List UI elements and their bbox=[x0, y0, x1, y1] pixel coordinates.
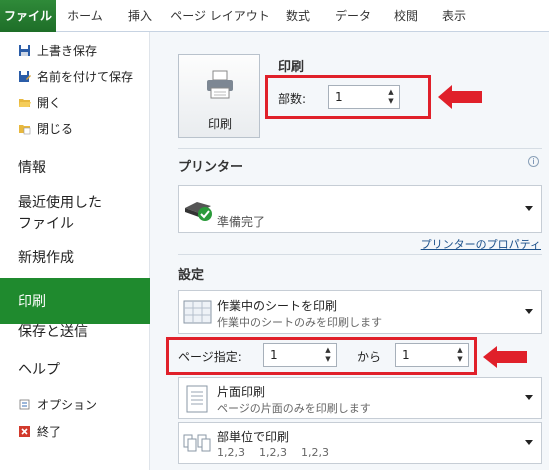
nav-save-label: 上書き保存 bbox=[37, 43, 98, 58]
pages-highlight-box bbox=[166, 337, 477, 375]
printer-icon bbox=[207, 70, 233, 99]
nav-help[interactable]: ヘルプ bbox=[0, 356, 150, 382]
print-scope-title: 作業中のシートを印刷 bbox=[217, 299, 338, 313]
print-sides-subtitle: ページの片面のみを印刷します bbox=[217, 402, 371, 415]
nav-options[interactable]: オプション bbox=[0, 391, 150, 417]
nav-save[interactable]: 上書き保存 bbox=[0, 37, 150, 63]
chevron-down-icon bbox=[525, 309, 533, 314]
printer-status-icon bbox=[185, 202, 212, 221]
nav-recent-label-2: ファイル bbox=[18, 216, 74, 232]
tab-insert[interactable]: 挿入 bbox=[118, 0, 162, 32]
tab-review[interactable]: 校閲 bbox=[388, 0, 424, 32]
nav-info-label: 情報 bbox=[18, 160, 46, 176]
nav-info[interactable]: 情報 bbox=[0, 154, 150, 180]
tab-formulas[interactable]: 数式 bbox=[280, 0, 316, 32]
collate-title: 部単位で印刷 bbox=[217, 430, 290, 444]
nav-exit-label: 終了 bbox=[37, 424, 62, 439]
print-button-label: 印刷 bbox=[207, 117, 232, 131]
separator bbox=[178, 254, 542, 255]
single-sided-icon bbox=[186, 385, 208, 413]
tab-page-layout[interactable]: ページ レイアウト bbox=[170, 0, 270, 32]
tab-view[interactable]: 表示 bbox=[436, 0, 472, 32]
folder-close-icon bbox=[19, 124, 31, 134]
nav-print-label: 印刷 bbox=[18, 294, 46, 310]
copies-arrow-icon bbox=[438, 85, 482, 109]
nav-close[interactable]: 閉じる bbox=[0, 115, 150, 141]
folder-open-icon bbox=[19, 98, 31, 107]
printer-dropdown[interactable]: 準備完了 bbox=[178, 185, 542, 233]
nav-save-send-label: 保存と送信 bbox=[18, 324, 88, 340]
print-sides-title: 片面印刷 bbox=[217, 385, 266, 399]
chevron-down-icon bbox=[525, 206, 533, 211]
print-scope-dropdown[interactable]: 作業中のシートを印刷 作業中のシートのみを印刷します bbox=[178, 290, 542, 334]
collate-subtitle: 1,2,3 1,2,3 1,2,3 bbox=[217, 446, 329, 459]
collated-icon bbox=[183, 434, 211, 452]
copies-highlight-box bbox=[265, 75, 431, 119]
nav-new-label: 新規作成 bbox=[18, 250, 74, 266]
nav-close-label: 閉じる bbox=[37, 121, 74, 136]
printer-properties-link[interactable]: プリンターのプロパティ bbox=[421, 236, 541, 252]
print-heading: 印刷 bbox=[278, 60, 305, 75]
ribbon-tabs: ファイル ホーム 挿入 ページ レイアウト 数式 データ 校閲 表示 bbox=[0, 0, 549, 32]
nav-save-as[interactable]: 名前を付けて保存 bbox=[0, 63, 150, 89]
nav-recent-label-1: 最近使用した bbox=[18, 195, 102, 211]
info-icon[interactable]: i bbox=[528, 156, 539, 167]
print-button[interactable]: 印刷 bbox=[178, 54, 260, 138]
save-as-icon bbox=[19, 70, 31, 82]
settings-heading: 設定 bbox=[178, 268, 205, 283]
chevron-down-icon bbox=[525, 395, 533, 400]
separator bbox=[178, 148, 542, 149]
print-sides-dropdown[interactable]: 片面印刷 ページの片面のみを印刷します bbox=[178, 377, 542, 419]
exit-icon bbox=[19, 425, 30, 437]
options-icon bbox=[19, 399, 30, 409]
sheet-icon bbox=[183, 300, 212, 324]
tab-data[interactable]: データ bbox=[330, 0, 376, 32]
print-scope-subtitle: 作業中のシートのみを印刷します bbox=[217, 316, 382, 329]
nav-new[interactable]: 新規作成 bbox=[0, 244, 150, 270]
backstage-nav: 上書き保存 名前を付けて保存 開く 閉じる 情報 最近使用した ファイル 新規作… bbox=[0, 32, 160, 470]
print-pane: 印刷 印刷 部数: 1 ▲ ▼ プリンター i 準備完了 プリンターのプロパティ… bbox=[150, 32, 549, 470]
chevron-down-icon bbox=[525, 440, 533, 445]
printer-heading: プリンター bbox=[178, 160, 244, 175]
pages-arrow-icon bbox=[483, 346, 527, 368]
nav-save-send[interactable]: 保存と送信 bbox=[0, 318, 150, 344]
nav-open[interactable]: 開く bbox=[0, 89, 150, 115]
nav-recent-files[interactable]: 最近使用した ファイル bbox=[0, 192, 150, 236]
nav-save-as-label: 名前を付けて保存 bbox=[37, 69, 134, 84]
nav-help-label: ヘルプ bbox=[18, 362, 60, 378]
save-icon bbox=[19, 44, 30, 56]
nav-open-label: 開く bbox=[37, 95, 62, 110]
nav-options-label: オプション bbox=[37, 397, 98, 412]
nav-exit[interactable]: 終了 bbox=[0, 418, 150, 444]
collate-dropdown[interactable]: 部単位で印刷 1,2,3 1,2,3 1,2,3 bbox=[178, 422, 542, 464]
tab-file[interactable]: ファイル bbox=[0, 0, 56, 32]
printer-status: 準備完了 bbox=[217, 215, 266, 229]
tab-home[interactable]: ホーム bbox=[60, 0, 110, 32]
